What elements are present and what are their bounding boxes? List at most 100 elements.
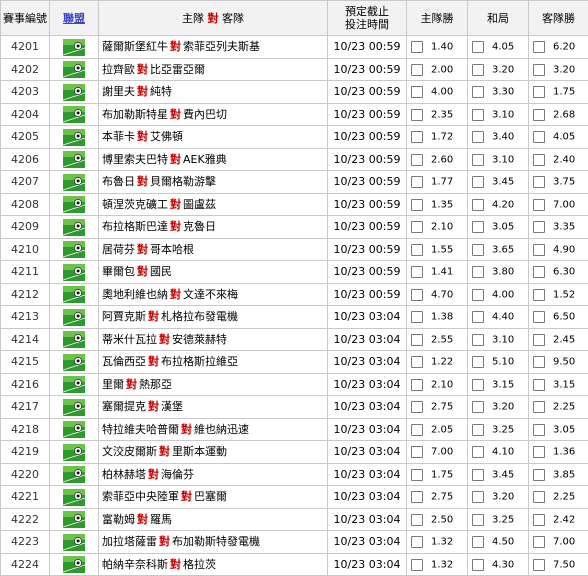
home-win-checkbox[interactable]: [411, 289, 423, 301]
draw-checkbox[interactable]: [472, 334, 484, 346]
away-win-checkbox[interactable]: [533, 514, 545, 526]
draw-checkbox[interactable]: [472, 221, 484, 233]
league-icon-cell[interactable]: [50, 58, 99, 81]
away-win-checkbox[interactable]: [533, 334, 545, 346]
home-win-odds[interactable]: 2.60: [407, 148, 468, 171]
soccer-league-icon[interactable]: [63, 106, 85, 123]
home-win-odds[interactable]: 2.50: [407, 508, 468, 531]
home-win-odds[interactable]: 2.10: [407, 216, 468, 239]
home-win-odds[interactable]: 4.70: [407, 283, 468, 306]
draw-checkbox[interactable]: [472, 131, 484, 143]
soccer-league-icon[interactable]: [63, 264, 85, 281]
soccer-league-icon[interactable]: [63, 174, 85, 191]
home-win-odds[interactable]: 1.40: [407, 36, 468, 59]
draw-checkbox[interactable]: [472, 176, 484, 188]
soccer-league-icon[interactable]: [63, 84, 85, 101]
away-win-odds[interactable]: 2.40: [529, 148, 588, 171]
soccer-league-icon[interactable]: [63, 556, 85, 573]
draw-odds[interactable]: 5.10: [468, 351, 529, 374]
away-win-odds[interactable]: 2.68: [529, 103, 588, 126]
away-win-checkbox[interactable]: [533, 446, 545, 458]
draw-odds[interactable]: 4.10: [468, 441, 529, 464]
draw-checkbox[interactable]: [472, 446, 484, 458]
draw-checkbox[interactable]: [472, 356, 484, 368]
league-icon-cell[interactable]: [50, 396, 99, 419]
draw-checkbox[interactable]: [472, 424, 484, 436]
away-win-checkbox[interactable]: [533, 469, 545, 481]
away-win-checkbox[interactable]: [533, 311, 545, 323]
home-win-odds[interactable]: 4.00: [407, 81, 468, 104]
draw-checkbox[interactable]: [472, 64, 484, 76]
away-win-checkbox[interactable]: [533, 289, 545, 301]
home-win-checkbox[interactable]: [411, 199, 423, 211]
league-icon-cell[interactable]: [50, 36, 99, 59]
draw-checkbox[interactable]: [472, 41, 484, 53]
away-win-odds[interactable]: 3.05: [529, 418, 588, 441]
draw-odds[interactable]: 3.80: [468, 261, 529, 284]
away-win-odds[interactable]: 3.15: [529, 373, 588, 396]
draw-checkbox[interactable]: [472, 86, 484, 98]
draw-checkbox[interactable]: [472, 559, 484, 571]
home-win-checkbox[interactable]: [411, 446, 423, 458]
away-win-checkbox[interactable]: [533, 379, 545, 391]
draw-checkbox[interactable]: [472, 514, 484, 526]
soccer-league-icon[interactable]: [63, 534, 85, 551]
soccer-league-icon[interactable]: [63, 286, 85, 303]
home-win-odds[interactable]: 2.05: [407, 418, 468, 441]
draw-odds[interactable]: 3.10: [468, 148, 529, 171]
league-icon-cell[interactable]: [50, 193, 99, 216]
draw-checkbox[interactable]: [472, 311, 484, 323]
draw-odds[interactable]: 3.20: [468, 396, 529, 419]
soccer-league-icon[interactable]: [63, 61, 85, 78]
home-win-odds[interactable]: 1.32: [407, 553, 468, 576]
draw-odds[interactable]: 3.15: [468, 373, 529, 396]
home-win-checkbox[interactable]: [411, 221, 423, 233]
home-win-odds[interactable]: 1.72: [407, 126, 468, 149]
draw-odds[interactable]: 3.10: [468, 328, 529, 351]
draw-odds[interactable]: 3.40: [468, 126, 529, 149]
home-win-odds[interactable]: 1.77: [407, 171, 468, 194]
soccer-league-icon[interactable]: [63, 399, 85, 416]
away-win-odds[interactable]: 9.50: [529, 351, 588, 374]
away-win-odds[interactable]: 2.25: [529, 396, 588, 419]
draw-odds[interactable]: 3.45: [468, 463, 529, 486]
home-win-odds[interactable]: 2.00: [407, 58, 468, 81]
away-win-odds[interactable]: 4.05: [529, 126, 588, 149]
home-win-checkbox[interactable]: [411, 266, 423, 278]
away-win-checkbox[interactable]: [533, 536, 545, 548]
draw-odds[interactable]: 3.10: [468, 103, 529, 126]
away-win-odds[interactable]: 7.00: [529, 193, 588, 216]
home-win-checkbox[interactable]: [411, 401, 423, 413]
away-win-odds[interactable]: 3.20: [529, 58, 588, 81]
home-win-checkbox[interactable]: [411, 356, 423, 368]
soccer-league-icon[interactable]: [63, 511, 85, 528]
soccer-league-icon[interactable]: [63, 129, 85, 146]
league-icon-cell[interactable]: [50, 531, 99, 554]
home-win-odds[interactable]: 1.38: [407, 306, 468, 329]
soccer-league-icon[interactable]: [63, 489, 85, 506]
draw-checkbox[interactable]: [472, 266, 484, 278]
league-icon-cell[interactable]: [50, 148, 99, 171]
away-win-checkbox[interactable]: [533, 41, 545, 53]
draw-odds[interactable]: 4.30: [468, 553, 529, 576]
home-win-checkbox[interactable]: [411, 244, 423, 256]
draw-checkbox[interactable]: [472, 289, 484, 301]
soccer-league-icon[interactable]: [63, 376, 85, 393]
league-icon-cell[interactable]: [50, 373, 99, 396]
home-win-checkbox[interactable]: [411, 491, 423, 503]
home-win-checkbox[interactable]: [411, 64, 423, 76]
soccer-league-icon[interactable]: [63, 196, 85, 213]
home-win-odds[interactable]: 1.35: [407, 193, 468, 216]
soccer-league-icon[interactable]: [63, 444, 85, 461]
league-icon-cell[interactable]: [50, 81, 99, 104]
home-win-odds[interactable]: 2.75: [407, 486, 468, 509]
away-win-checkbox[interactable]: [533, 244, 545, 256]
soccer-league-icon[interactable]: [63, 241, 85, 258]
away-win-checkbox[interactable]: [533, 199, 545, 211]
away-win-odds[interactable]: 6.20: [529, 36, 588, 59]
draw-checkbox[interactable]: [472, 199, 484, 211]
away-win-odds[interactable]: 6.50: [529, 306, 588, 329]
draw-odds[interactable]: 3.25: [468, 508, 529, 531]
away-win-checkbox[interactable]: [533, 491, 545, 503]
soccer-league-icon[interactable]: [63, 331, 85, 348]
